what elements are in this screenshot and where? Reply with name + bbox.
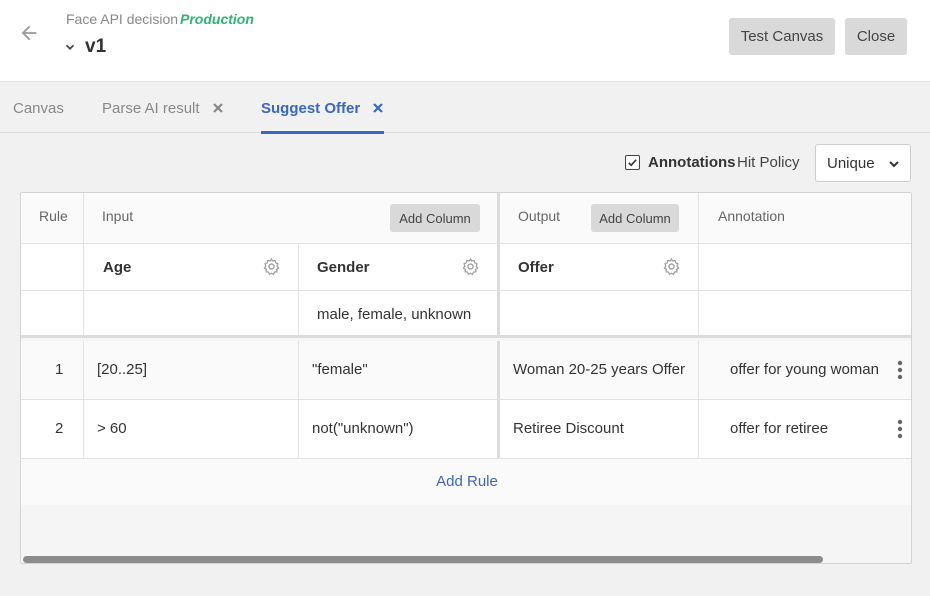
scrollbar-thumb[interactable]	[23, 556, 823, 563]
rule-cell	[21, 244, 84, 290]
header-bar: Face API decision Production v1 Test Can…	[0, 0, 930, 82]
table-row: 2 > 60 not("unknown") Retiree Discount o…	[21, 400, 911, 459]
tab-label: Parse AI result	[102, 99, 200, 117]
close-icon[interactable]	[372, 102, 384, 114]
annotation-value: offer for retiree	[730, 420, 829, 437]
annotations-checkbox[interactable]	[625, 155, 640, 170]
chevron-down-icon	[889, 161, 899, 168]
offer-column-label: Offer	[518, 259, 554, 276]
gear-icon[interactable]	[461, 257, 480, 276]
checkmark-icon	[628, 159, 637, 167]
hit-policy-label: Hit Policy	[737, 154, 800, 171]
horizontal-scrollbar[interactable]	[21, 555, 911, 563]
column-names-row: Age Gender Offer	[21, 244, 911, 291]
gender-cell[interactable]: not("unknown")	[299, 400, 500, 458]
annotation-cell[interactable]: offer for young woman	[699, 341, 911, 399]
tab-label: Canvas	[13, 99, 64, 117]
add-rule-link[interactable]: Add Rule	[21, 473, 911, 490]
annotation-cell[interactable]: offer for retiree	[699, 400, 911, 458]
gender-allowed-values[interactable]: male, female, unknown	[299, 291, 500, 335]
annotation-allowed-values	[699, 291, 911, 335]
add-input-column-button[interactable]: Add Column	[390, 204, 480, 232]
test-canvas-button[interactable]: Test Canvas	[729, 18, 835, 55]
gear-icon[interactable]	[262, 257, 281, 276]
close-button[interactable]: Close	[845, 18, 907, 55]
gender-cell[interactable]: "female"	[299, 341, 500, 399]
decision-toolbar: Annotations Hit Policy Unique	[0, 144, 930, 182]
age-cell[interactable]: > 60	[84, 400, 299, 458]
offer-value: Retiree Discount	[513, 420, 624, 437]
decision-table: Rule Input Add Column Output Add Column …	[20, 192, 912, 564]
rule-number: 1	[55, 361, 64, 378]
gender-column-label: Gender	[317, 259, 370, 276]
input-header: Input Add Column	[84, 193, 500, 243]
offer-column-header: Offer	[500, 244, 699, 290]
age-allowed-values[interactable]	[84, 291, 299, 335]
tab-suggest-offer[interactable]: Suggest Offer	[261, 83, 385, 134]
gear-icon[interactable]	[662, 257, 681, 276]
rule-cell	[21, 291, 84, 335]
age-cell[interactable]: [20..25]	[84, 341, 299, 399]
offer-cell[interactable]: Woman 20-25 years Offer	[500, 341, 699, 399]
rule-header-label: Rule	[39, 208, 68, 224]
close-icon[interactable]	[212, 102, 224, 114]
rule-number-cell: 2	[21, 400, 84, 458]
gender-column-header: Gender	[299, 244, 500, 290]
rule-header: Rule	[21, 193, 84, 243]
annotation-column-header	[699, 244, 911, 290]
input-header-label: Input	[102, 208, 134, 224]
active-tab-indicator	[261, 131, 385, 134]
age-value: > 60	[97, 420, 127, 437]
gender-value: "female"	[312, 361, 368, 378]
more-options-icon[interactable]	[897, 360, 903, 380]
add-output-column-button[interactable]: Add Column	[591, 204, 679, 232]
tab-bar: Canvas Parse AI result Suggest Offer	[0, 83, 930, 134]
annotation-header-label: Annotation	[718, 208, 785, 224]
offer-value: Woman 20-25 years Offer	[513, 361, 686, 378]
chevron-down-icon	[65, 44, 75, 50]
gender-value: not("unknown")	[312, 420, 414, 437]
table-row: 1 [20..25] "female" Woman 20-25 years Of…	[21, 341, 911, 400]
gender-allowed-values-text: male, female, unknown	[317, 306, 472, 323]
offer-allowed-values[interactable]	[500, 291, 699, 335]
app-name: Face API decision	[66, 11, 179, 27]
environment-badge: Production	[180, 11, 254, 27]
arrow-left-icon	[21, 25, 37, 41]
allowed-values-row: male, female, unknown	[21, 291, 911, 338]
annotation-header: Annotation	[699, 193, 911, 243]
hit-policy-value: Unique	[827, 155, 875, 172]
version-label: v1	[85, 36, 107, 57]
offer-cell[interactable]: Retiree Discount	[500, 400, 699, 458]
table-header-row: Rule Input Add Column Output Add Column …	[21, 193, 911, 244]
tab-canvas[interactable]: Canvas	[13, 83, 64, 133]
tab-parse-ai-result[interactable]: Parse AI result	[102, 83, 224, 133]
annotations-label: Annotations	[648, 154, 736, 171]
tab-label: Suggest Offer	[261, 99, 361, 117]
annotation-value: offer for young woman	[730, 361, 879, 378]
age-value: [20..25]	[97, 361, 148, 378]
version-selector[interactable]: v1	[63, 36, 106, 58]
back-button[interactable]	[18, 22, 48, 50]
output-header-label: Output	[518, 208, 561, 224]
hit-policy-select[interactable]: Unique	[815, 144, 911, 182]
output-header: Output Add Column	[500, 193, 699, 243]
rule-number-cell: 1	[21, 341, 84, 399]
add-rule-row: Add Rule	[21, 459, 911, 505]
more-options-icon[interactable]	[897, 419, 903, 439]
age-column-label: Age	[103, 259, 132, 276]
age-column-header: Age	[84, 244, 299, 290]
rule-number: 2	[55, 420, 64, 437]
